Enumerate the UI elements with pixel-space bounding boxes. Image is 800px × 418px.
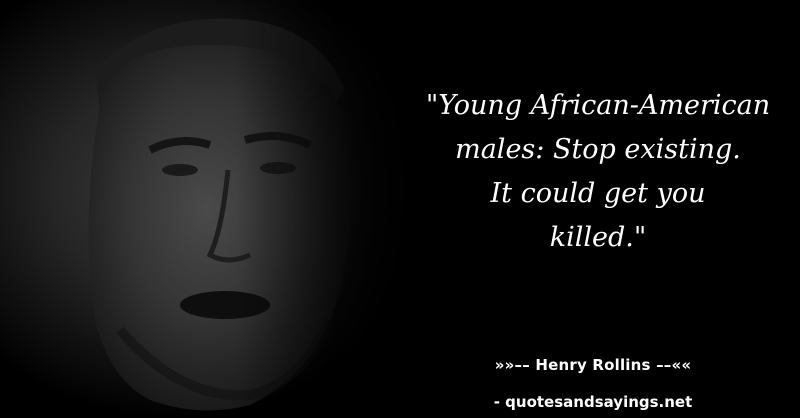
- author-attribution: »»–– Henry Rollins ––««: [494, 356, 692, 374]
- quote-text: "Young African-American males: Stop exis…: [425, 90, 771, 253]
- photo-fade-overlay: [0, 0, 430, 418]
- source-credit: - quotesandsayings.net: [493, 393, 693, 411]
- quote-card: "Young African-American males: Stop exis…: [0, 0, 800, 418]
- portrait-photo: [0, 0, 430, 418]
